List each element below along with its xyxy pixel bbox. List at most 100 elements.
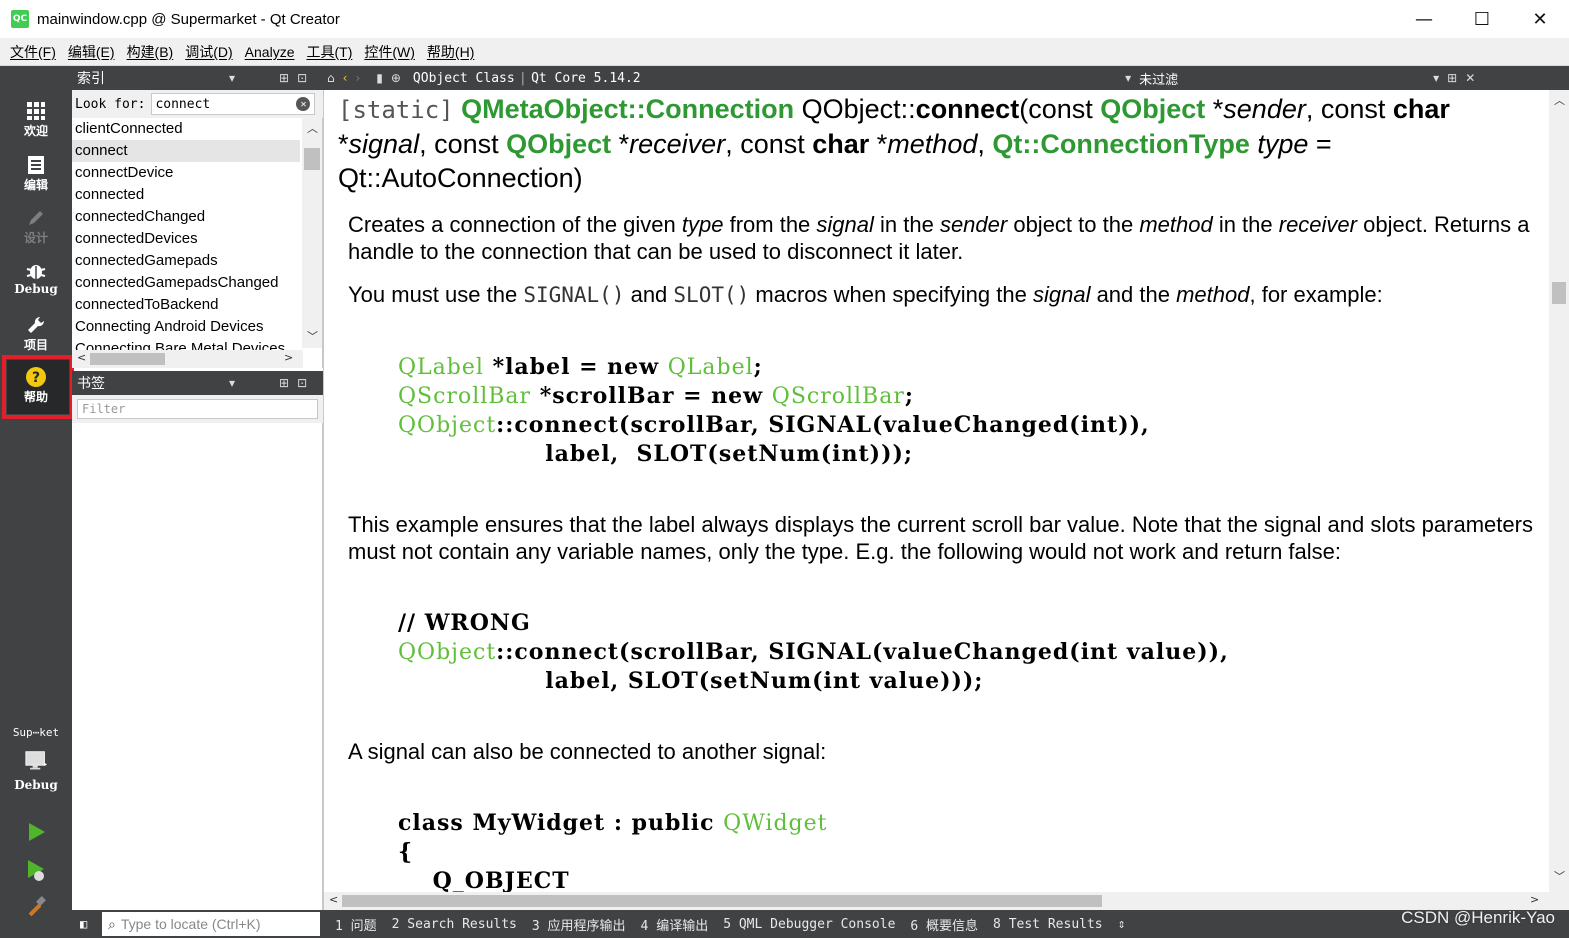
list-item-selected[interactable]: connect: [72, 140, 300, 162]
home-icon[interactable]: ⌂: [327, 71, 335, 85]
look-for-bar: Look for: connect ✕: [72, 90, 323, 118]
scroll-down-icon[interactable]: ﹀: [307, 328, 318, 344]
more-tabs-icon[interactable]: ⇕: [1118, 917, 1126, 932]
split-icon[interactable]: ⊞: [1447, 71, 1457, 85]
locator-placeholder: Type to locate (Ctrl+K): [120, 916, 261, 932]
mode-edit[interactable]: 编辑: [0, 154, 72, 193]
list-item[interactable]: connectedGamepads: [72, 250, 300, 272]
index-vertical-scrollbar[interactable]: ︿ ﹀: [302, 118, 322, 348]
bookmark-icon[interactable]: ▮: [376, 71, 383, 85]
sig-scope: QObject::: [794, 94, 916, 124]
output-tab-test-results[interactable]: 8 Test Results: [993, 917, 1103, 932]
scroll-thumb[interactable]: [304, 148, 320, 170]
output-tab-app-output[interactable]: 3 应用程序输出: [532, 915, 626, 934]
mode-help[interactable]: ? 帮助: [0, 366, 72, 405]
menu-build[interactable]: 构建(B): [121, 42, 180, 62]
function-signature: [static] QMetaObject::Connection QObject…: [338, 94, 1450, 193]
menu-help[interactable]: 帮助(H): [421, 42, 480, 62]
scroll-thumb[interactable]: [90, 353, 165, 365]
scroll-right-icon[interactable]: >: [1530, 893, 1539, 906]
list-item[interactable]: connectedDevices: [72, 228, 300, 250]
maximize-button[interactable]: ☐: [1453, 0, 1511, 38]
run-button[interactable]: [0, 821, 72, 843]
scroll-thumb[interactable]: [1552, 282, 1566, 304]
mode-projects-label: 项目: [23, 338, 48, 352]
output-tab-issues[interactable]: 1 问题: [335, 915, 377, 934]
menu-tools[interactable]: 工具(T): [300, 42, 358, 62]
close-pane-icon[interactable]: ⊡: [297, 71, 307, 85]
list-item[interactable]: connectDevice: [72, 162, 300, 184]
list-item[interactable]: Connecting Android Devices: [72, 316, 300, 338]
index-horizontal-scrollbar[interactable]: < >: [72, 350, 303, 368]
type-link[interactable]: QObject: [1100, 94, 1205, 124]
chevron-down-icon[interactable]: ▾: [1433, 71, 1439, 85]
list-item[interactable]: connectedToBackend: [72, 294, 300, 316]
forward-arrow-icon[interactable]: ›: [355, 71, 360, 85]
toggle-sidebar-icon[interactable]: ◧: [80, 917, 87, 931]
back-arrow-icon[interactable]: ‹: [343, 71, 348, 85]
mode-bar: 欢迎 编辑 设计 Debug 项目 ? 帮助 Sup⋯ket Debug: [0, 66, 74, 938]
type-link[interactable]: Qt::ConnectionType: [992, 129, 1249, 159]
document-icon: [25, 154, 47, 176]
breadcrumb-module[interactable]: Qt Core 5.14.2: [531, 71, 1121, 86]
mode-welcome[interactable]: 欢迎: [0, 100, 72, 139]
code-example-3: class MyWidget : public QWidget { Q_OBJE…: [398, 810, 828, 894]
chevron-down-icon[interactable]: ▾: [1125, 71, 1131, 85]
mode-projects[interactable]: 项目: [0, 314, 72, 353]
output-tab-general-messages[interactable]: 6 概要信息: [910, 915, 978, 934]
list-item[interactable]: connected: [72, 184, 300, 206]
menu-file[interactable]: 文件(F): [4, 42, 62, 62]
locator-input[interactable]: ⌕ Type to locate (Ctrl+K): [102, 912, 320, 936]
close-icon[interactable]: ✕: [1465, 71, 1475, 85]
bookmark-filter-input[interactable]: Filter: [77, 399, 318, 419]
scroll-left-icon[interactable]: <: [77, 351, 86, 364]
debug-run-button[interactable]: [0, 859, 72, 881]
target-selector[interactable]: Debug: [0, 750, 72, 792]
output-tab-search-results[interactable]: 2 Search Results: [392, 917, 517, 932]
output-tab-qml-debugger[interactable]: 5 QML Debugger Console: [723, 917, 895, 932]
doc-horizontal-scrollbar[interactable]: < >: [324, 892, 1550, 910]
split-icon[interactable]: ⊞: [279, 376, 289, 390]
bookmark-panel-title[interactable]: 书签: [77, 373, 225, 393]
doc-vertical-scrollbar[interactable]: ︿ ﹀: [1549, 90, 1569, 910]
clear-search-icon[interactable]: ✕: [296, 97, 311, 111]
menu-debug[interactable]: 调试(D): [179, 42, 238, 62]
list-item[interactable]: connectedChanged: [72, 206, 300, 228]
menu-edit[interactable]: 编辑(E): [62, 42, 121, 62]
sig-return-type-link[interactable]: QMetaObject::Connection: [461, 94, 794, 124]
split-icon[interactable]: ⊞: [279, 71, 289, 85]
scroll-left-icon[interactable]: <: [329, 893, 338, 906]
mode-design[interactable]: 设计: [0, 207, 72, 246]
globe-icon[interactable]: ⊕: [391, 71, 401, 85]
type-link[interactable]: QObject: [506, 129, 611, 159]
bookmark-filter-bar: Filter: [72, 395, 323, 423]
build-button[interactable]: [0, 896, 72, 918]
minimize-button[interactable]: —: [1395, 0, 1453, 38]
help-content: [static] QMetaObject::Connection QObject…: [323, 90, 1569, 910]
scroll-up-icon[interactable]: ︿: [1554, 92, 1565, 108]
menu-analyze[interactable]: Analyze: [239, 44, 301, 60]
menu-widgets[interactable]: 控件(W): [358, 42, 421, 62]
output-tab-compile-output[interactable]: 4 编译输出: [641, 915, 709, 934]
scroll-up-icon[interactable]: ︿: [307, 120, 318, 136]
close-button[interactable]: ✕: [1511, 0, 1569, 38]
scroll-thumb[interactable]: [342, 895, 1102, 907]
search-icon: ⌕: [108, 915, 116, 932]
mode-debug-label: Debug: [14, 282, 58, 296]
index-panel-title[interactable]: 索引: [77, 68, 225, 88]
chevron-down-icon[interactable]: ▾: [229, 376, 235, 390]
list-item[interactable]: clientConnected: [72, 118, 300, 140]
filter-selector[interactable]: 未过滤: [1139, 69, 1429, 88]
list-item[interactable]: connectedGamepadsChanged: [72, 272, 300, 294]
mode-debug[interactable]: Debug: [0, 260, 72, 296]
breadcrumb-class[interactable]: QObject Class: [413, 71, 515, 86]
play-debug-icon: [25, 859, 47, 881]
close-pane-icon[interactable]: ⊡: [297, 376, 307, 390]
scroll-right-icon[interactable]: >: [284, 351, 293, 364]
bookmark-list: [72, 423, 323, 910]
list-item[interactable]: Connecting Bare Metal Devices: [72, 338, 300, 350]
doc-paragraph-4: A signal can also be connected to anothe…: [348, 739, 827, 764]
chevron-down-icon[interactable]: ▾: [229, 71, 235, 85]
scroll-down-icon[interactable]: ﹀: [1554, 868, 1565, 884]
look-for-input[interactable]: connect ✕: [151, 93, 316, 115]
